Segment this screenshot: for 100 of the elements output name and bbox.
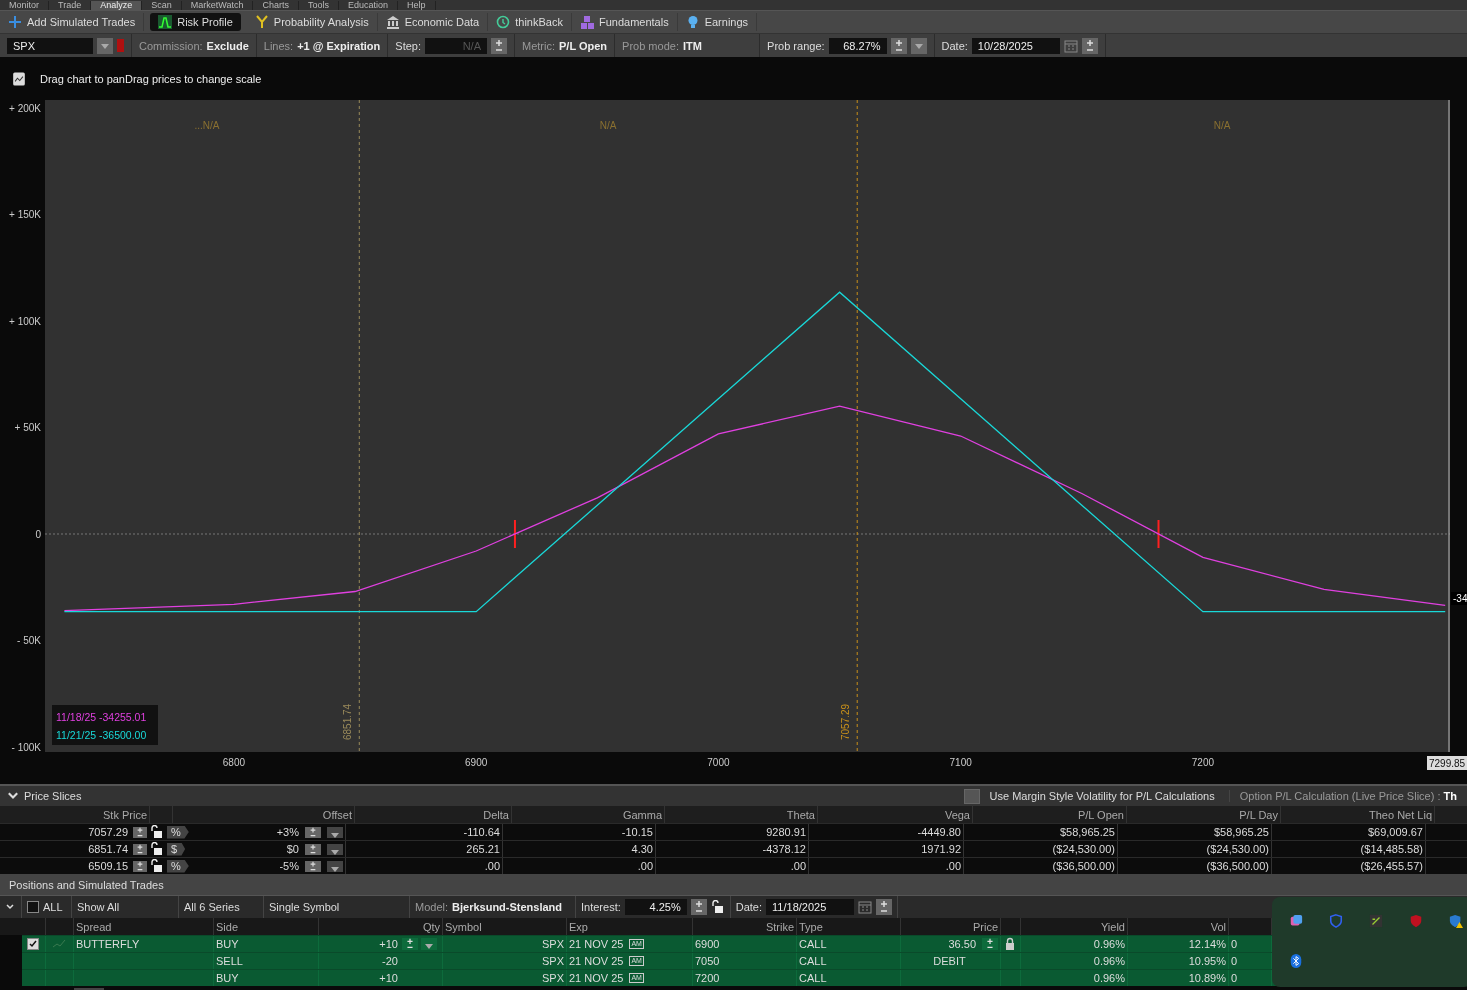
commission-value[interactable]: Exclude — [206, 39, 249, 52]
shield-icon — [1409, 914, 1423, 928]
edge-value-label: -34 — [1451, 592, 1467, 605]
table-cell[interactable]: -20 — [382, 955, 398, 967]
table-cell[interactable]: 21 NOV 25 — [569, 955, 624, 967]
hint-text: Drag chart to panDrag prices to change scale — [40, 72, 262, 85]
table-cell[interactable]: 6851.74 — [0, 841, 130, 857]
breakeven-mark — [1157, 519, 1160, 549]
table-cell[interactable]: +10 — [379, 972, 398, 984]
axis-label: 6900 — [465, 757, 488, 768]
section-title[interactable]: Price Slices — [24, 790, 82, 802]
unit-selector[interactable]: $ — [167, 842, 186, 856]
axis-label: + 50K — [14, 422, 41, 434]
table-cell[interactable]: 7057.29 — [0, 824, 130, 840]
interest-field[interactable]: 4.25% — [624, 899, 687, 915]
table-cell[interactable]: 6509.15 — [0, 858, 130, 874]
spinner-buttons[interactable] — [133, 860, 147, 872]
table-cell[interactable]: 21 NOV 25 — [569, 938, 624, 950]
table-cell[interactable]: 10.89% — [1128, 970, 1229, 986]
spinner-buttons[interactable] — [690, 899, 707, 915]
axis-label: + 200K — [9, 103, 41, 114]
interest-label: Interest: — [581, 901, 621, 913]
calc-label: Option P/L Calculation (Live Price Slice) : Th — [1228, 790, 1467, 802]
toolbar-tab[interactable]: Fundamentals — [571, 13, 678, 31]
axis-label: 7200 — [1191, 757, 1215, 768]
collapse-chevron-icon[interactable] — [5, 902, 15, 912]
region-label: N/A — [599, 120, 617, 131]
plus-icon — [8, 15, 22, 29]
spinner-buttons[interactable] — [876, 899, 893, 915]
metric-label: Metric: — [522, 39, 555, 52]
table-cell[interactable]: 7200 — [693, 970, 797, 986]
spinner-buttons[interactable] — [133, 843, 147, 855]
unlocked-padlock-icon — [150, 825, 164, 839]
metric-value[interactable]: P/L Open — [559, 39, 608, 52]
model-label: Model: — [415, 901, 449, 913]
table-cell[interactable]: +3% — [276, 826, 299, 838]
lines-label: Lines: — [263, 39, 294, 52]
table-cell[interactable]: 21 NOV 25 — [569, 972, 624, 984]
toolbar-tab[interactable]: Add Simulated Trades — [0, 13, 145, 31]
commission-label: Commission: — [139, 39, 203, 52]
axis-label: 6800 — [222, 757, 246, 768]
date-field[interactable]: 10/28/2025 — [971, 37, 1060, 54]
spinner-buttons[interactable] — [305, 843, 321, 855]
prob-range-field[interactable]: 68.27% — [828, 37, 887, 54]
toolbar-tab[interactable]: Probability Analysis — [246, 13, 378, 31]
axis-label: + 100K — [9, 316, 41, 327]
spinner-buttons[interactable] — [491, 37, 507, 54]
all-label: ALL — [43, 901, 63, 913]
checkbox[interactable] — [27, 901, 39, 913]
axis-label: - 50K — [17, 635, 41, 647]
unlocked-padlock-icon — [150, 842, 164, 856]
toolbar-tab[interactable]: Earnings — [677, 13, 758, 31]
alert-icon — [117, 39, 124, 52]
table-cell[interactable]: DEBIT — [933, 955, 966, 967]
bluetooth-icon — [1289, 954, 1303, 968]
spinner-buttons[interactable] — [133, 826, 147, 838]
fork-icon — [254, 15, 269, 29]
toolbar-tab[interactable]: thinkBack — [488, 13, 572, 31]
symbol-field[interactable]: SPX — [7, 37, 93, 54]
toolbar-tab[interactable]: Economic Data — [377, 13, 489, 31]
app-icon — [1369, 914, 1383, 928]
table-cell[interactable]: 0.96% — [1021, 970, 1128, 986]
table-cell[interactable]: BUY — [214, 970, 319, 986]
prob-mode-value[interactable]: ITM — [682, 39, 702, 52]
table-cell[interactable]: SPX — [443, 970, 567, 986]
spinner-buttons[interactable] — [1081, 37, 1098, 54]
spinner-buttons[interactable] — [305, 860, 321, 872]
table-cell[interactable]: CALL — [797, 970, 901, 986]
bank-icon — [385, 15, 400, 29]
toolbar-tab[interactable]: Risk Profile — [150, 13, 241, 31]
legend-entry: 11/21/25 -36500.00 — [56, 729, 147, 741]
date-field[interactable]: 11/18/2025 — [766, 899, 855, 915]
region-label: N/A — [1213, 120, 1231, 131]
table-cell[interactable]: -5% — [279, 860, 299, 872]
lightbulb-icon — [685, 15, 700, 29]
spinner-buttons[interactable] — [305, 826, 321, 838]
unit-selector[interactable]: % — [167, 825, 189, 839]
toggle-switch[interactable] — [963, 788, 980, 804]
blocks-icon — [579, 15, 594, 29]
shield-icon — [1329, 914, 1343, 928]
date-label: Date: — [941, 39, 968, 52]
checkbox[interactable] — [26, 938, 39, 950]
chart-icon — [12, 71, 26, 86]
unit-selector[interactable]: % — [167, 859, 189, 873]
model-value[interactable]: Bjerksund-Stensland — [452, 901, 563, 913]
legend-entry: 11/18/25 -34255.01 — [56, 711, 147, 723]
breakeven-mark — [513, 519, 516, 549]
table-cell[interactable]: 36.50 — [948, 938, 976, 950]
axis-label: + 150K — [9, 209, 41, 221]
table-cell[interactable]: $0 — [286, 843, 299, 855]
spinner-buttons[interactable] — [890, 37, 907, 54]
price-label: 6851.74 — [342, 703, 354, 740]
section-title: Positions and Simulated Trades — [9, 878, 164, 891]
date-label: Date: — [735, 901, 763, 913]
calendar-icon — [1063, 38, 1078, 53]
unlocked-padlock-icon — [150, 859, 164, 873]
table-cell[interactable]: +10 — [379, 938, 398, 950]
lines-value[interactable]: +1 @ Expiration — [297, 39, 381, 52]
clock-icon — [496, 15, 511, 29]
app-icon — [1289, 914, 1303, 928]
